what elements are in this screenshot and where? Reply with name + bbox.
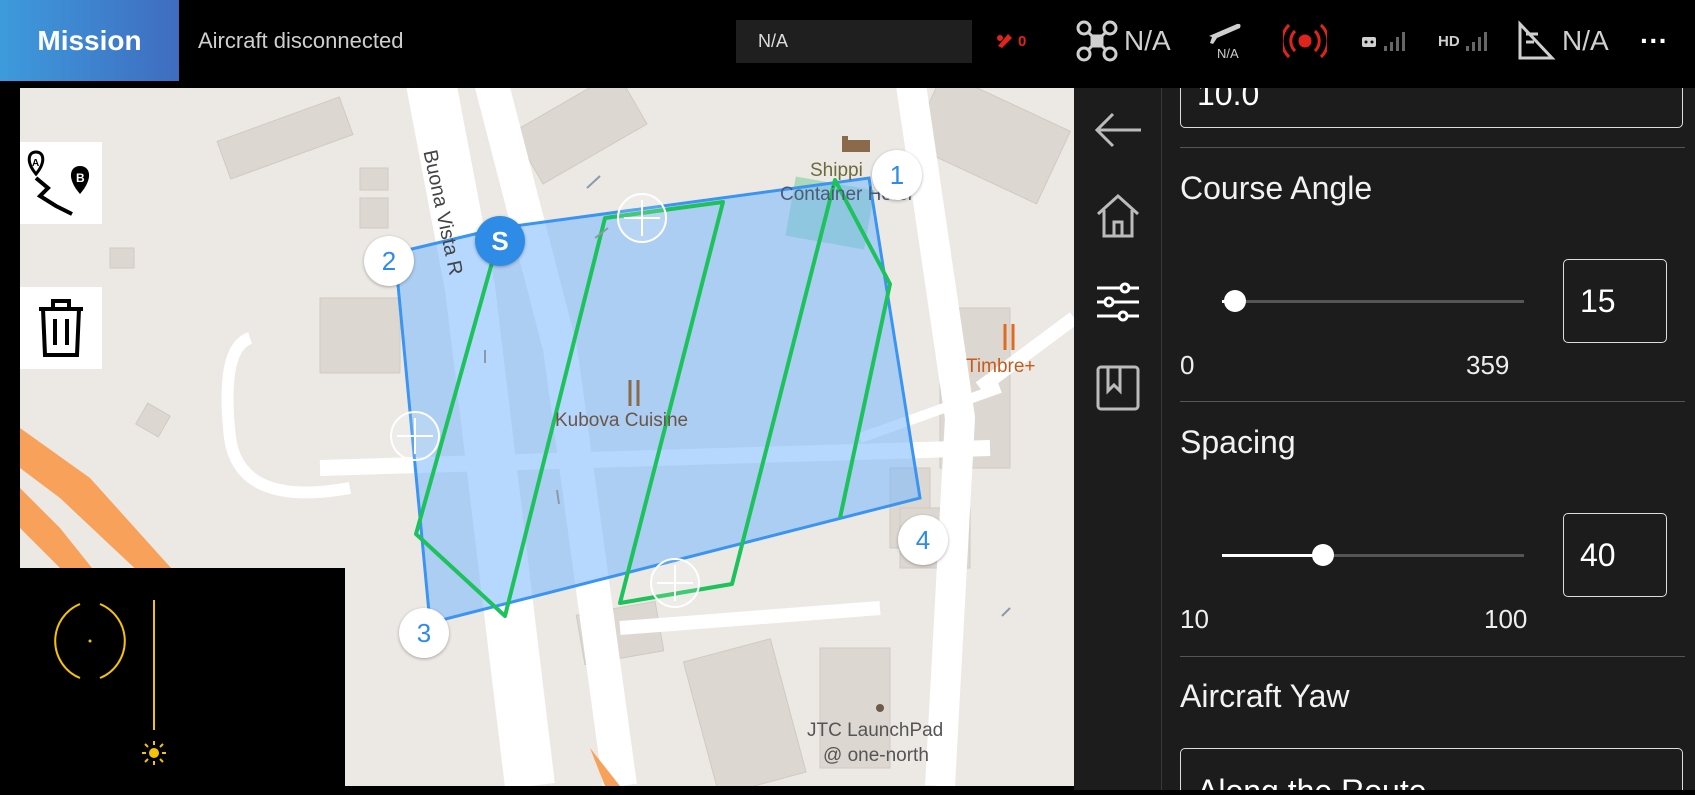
bookmark-button[interactable]: [1092, 362, 1144, 414]
spacing-value[interactable]: 40: [1563, 513, 1667, 597]
waypoint-4[interactable]: 4: [898, 515, 948, 565]
waypoint-1[interactable]: 1: [872, 150, 922, 200]
satellite-status[interactable]: N/A: [1516, 18, 1609, 64]
bookmark-icon: [1096, 365, 1140, 411]
restaurant-label-timbre: Timbre+: [966, 356, 1036, 377]
settings-button[interactable]: [1092, 276, 1144, 328]
connection-status: Aircraft disconnected: [198, 28, 404, 53]
course-angle-min: 0: [1180, 350, 1195, 380]
start-waypoint[interactable]: S: [475, 216, 525, 266]
top-value-field[interactable]: 10.0: [1180, 88, 1683, 128]
attitude-indicator[interactable]: [20, 568, 345, 790]
spacing-min: 10: [1180, 604, 1209, 634]
home-icon: [1096, 193, 1140, 238]
back-arrow-icon: [1094, 112, 1141, 148]
signal-bars-icon: [1384, 32, 1405, 51]
restaurant-label-kubova: Kubova Cuisine: [555, 410, 689, 431]
waypoint-3[interactable]: 3: [399, 608, 449, 658]
hd-signal[interactable]: HD: [1438, 18, 1490, 64]
sun-icon: [142, 741, 166, 765]
course-angle-value[interactable]: 15: [1563, 259, 1667, 343]
hotel-label-line1: Shippi: [810, 160, 863, 181]
svg-text:B: B: [76, 171, 85, 185]
course-angle-slider[interactable]: [1222, 290, 1524, 312]
landmark-label-line2: @ one-north: [823, 745, 929, 766]
remote-controller-icon: [1362, 37, 1376, 47]
landmark-label-line1: JTC LaunchPad: [807, 720, 944, 741]
attitude-gauge: [54, 600, 155, 730]
aircraft-yaw-select[interactable]: Along the Route: [1180, 748, 1683, 790]
obstacle-radar[interactable]: [1283, 18, 1327, 64]
spacing-title: Spacing: [1180, 424, 1296, 460]
svg-text:A: A: [32, 158, 39, 169]
warning-indicator[interactable]: 0: [994, 18, 1026, 64]
alert-icon: [997, 34, 1012, 48]
settings-panel: 10.0 Course Angle 15 0 359 Spacing 40 10…: [1162, 88, 1695, 790]
hd-label: HD: [1438, 32, 1460, 50]
flight-status[interactable]: N/A: [1205, 18, 1245, 64]
divider: [1180, 401, 1685, 402]
route-tool-button[interactable]: A B: [20, 142, 102, 224]
plane-icon: [1209, 23, 1241, 44]
spacing-thumb[interactable]: [1312, 544, 1334, 566]
route-ab-icon: A B: [27, 150, 90, 216]
trash-icon: [39, 299, 83, 357]
remote-signal[interactable]: [1360, 18, 1408, 64]
spacing-max: 100: [1484, 604, 1528, 634]
waypoint-2[interactable]: 2: [364, 236, 414, 286]
top-bar: Mission Aircraft disconnected N/A 0 N/A …: [0, 0, 1695, 81]
warning-count: 0: [1018, 32, 1027, 50]
course-angle-max: 359: [1466, 350, 1510, 380]
side-nav: [1074, 88, 1162, 790]
satellite-icon: [1518, 20, 1556, 60]
drone-icon: [1076, 20, 1118, 62]
divider: [1180, 656, 1685, 657]
delete-button[interactable]: [20, 287, 102, 369]
course-angle-thumb[interactable]: [1224, 290, 1246, 312]
sliders-icon: [1097, 282, 1139, 322]
satellite-count: N/A: [1562, 25, 1609, 56]
back-button[interactable]: [1092, 104, 1144, 156]
flight-mode-box[interactable]: N/A: [736, 20, 972, 63]
home-button[interactable]: [1092, 190, 1144, 242]
hd-signal-bars-icon: [1465, 32, 1487, 51]
aircraft-status[interactable]: N/A: [1076, 18, 1171, 64]
more-menu-button[interactable]: ···: [1640, 18, 1668, 64]
course-angle-title: Course Angle: [1180, 170, 1373, 206]
radar-icon: [1283, 23, 1327, 59]
spacing-slider[interactable]: [1222, 544, 1524, 566]
flight-status-label: N/A: [1217, 46, 1239, 61]
mission-tab[interactable]: Mission: [0, 0, 179, 81]
divider: [1180, 147, 1685, 148]
spacing-fill: [1222, 554, 1323, 557]
aircraft-yaw-title: Aircraft Yaw: [1180, 678, 1350, 714]
aircraft-status-label: N/A: [1124, 25, 1171, 56]
